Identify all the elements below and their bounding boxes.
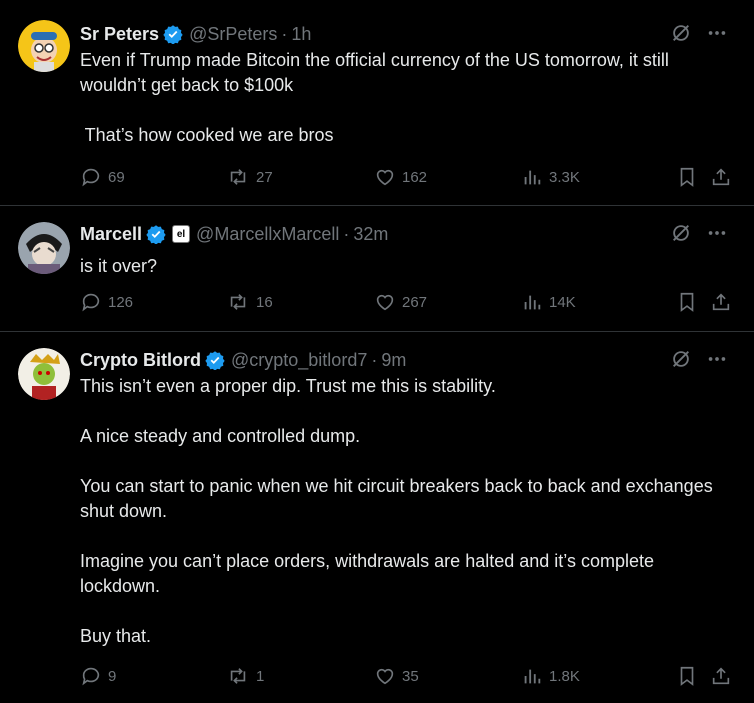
display-name[interactable]: Sr Peters (80, 24, 159, 45)
affiliate-badge[interactable]: el (172, 225, 191, 243)
like-button[interactable]: 267 (374, 291, 427, 313)
repost-count: 1 (256, 667, 265, 685)
separator-dot: · (343, 223, 350, 244)
user-handle[interactable]: @MarcellxMarcell (196, 224, 339, 245)
tweet-text: Even if Trump made Bitcoin the official … (80, 48, 730, 148)
bookmark-icon[interactable] (676, 665, 698, 687)
tweet-marcell[interactable]: Marcell el @MarcellxMarcell · 32m is it … (0, 206, 754, 332)
reply-button[interactable]: 69 (80, 166, 125, 188)
timeline: Sr Peters @SrPeters · 1h Even if Trump m… (0, 0, 754, 703)
avatar[interactable] (18, 20, 70, 72)
reply-count: 69 (108, 168, 125, 186)
repost-button[interactable]: 1 (226, 665, 264, 687)
tweet-paragraph: A nice steady and controlled dump. (80, 426, 361, 446)
display-name[interactable]: Crypto Bitlord (80, 350, 201, 371)
more-icon[interactable] (706, 22, 728, 44)
views-count: 3.3K (549, 168, 580, 186)
tweet-actions: 9 1 35 1.8K (80, 665, 732, 689)
like-count: 267 (402, 293, 428, 311)
tweet-header: Crypto Bitlord @crypto_bitlord7 · 9m (80, 348, 406, 372)
reply-count: 126 (108, 293, 134, 311)
tweet-header: Sr Peters @SrPeters · 1h (80, 22, 311, 46)
grok-icon[interactable] (670, 22, 692, 44)
repost-icon (230, 294, 246, 310)
repost-count: 27 (256, 168, 273, 186)
tweet-paragraph: That’s how cooked we are bros (80, 125, 334, 145)
tweet-top-actions (670, 222, 728, 244)
more-icon[interactable] (706, 222, 728, 244)
tweet-actions: 69 27 162 3.3K (80, 166, 732, 190)
avatar[interactable] (18, 222, 70, 274)
views-button[interactable]: 3.3K (521, 166, 580, 188)
like-count: 35 (402, 667, 419, 685)
user-handle[interactable]: @SrPeters (189, 24, 277, 45)
share-icon[interactable] (710, 291, 732, 313)
grok-icon[interactable] (670, 348, 692, 370)
bookmark-icon[interactable] (676, 166, 698, 188)
display-name[interactable]: Marcell (80, 224, 142, 245)
repost-count: 16 (256, 293, 273, 311)
tweet-paragraph: is it over? (80, 256, 158, 276)
reply-count: 9 (108, 667, 117, 685)
reply-icon (82, 168, 100, 187)
tweet-paragraph: This isn’t even a proper dip. Trust me t… (80, 376, 496, 396)
more-icon[interactable] (706, 348, 728, 370)
separator-dot: · (281, 23, 288, 44)
like-button[interactable]: 162 (374, 166, 427, 188)
repost-button[interactable]: 16 (226, 291, 273, 313)
tweet-paragraph: Even if Trump made Bitcoin the official … (80, 50, 669, 95)
views-button[interactable]: 1.8K (521, 665, 580, 687)
repost-icon (230, 169, 246, 185)
tweet-paragraph: Imagine you can’t place orders, withdraw… (80, 551, 654, 596)
like-icon (376, 294, 394, 311)
tweet-paragraph: Buy that. (80, 626, 152, 646)
views-count: 1.8K (549, 667, 580, 685)
tweet-crypto-bitlord[interactable]: Crypto Bitlord @crypto_bitlord7 · 9m Thi… (0, 332, 754, 703)
repost-icon (230, 668, 246, 684)
tweet-srpeters[interactable]: Sr Peters @SrPeters · 1h Even if Trump m… (0, 0, 754, 206)
views-button[interactable]: 14K (521, 291, 576, 313)
bookmark-icon[interactable] (676, 291, 698, 313)
like-icon (376, 169, 394, 186)
verified-badge-icon (163, 25, 183, 44)
timestamp[interactable]: 1h (291, 24, 311, 45)
share-icon[interactable] (710, 166, 732, 188)
timestamp[interactable]: 32m (353, 224, 388, 245)
views-icon (524, 669, 541, 684)
views-count: 14K (549, 293, 576, 311)
tweet-top-actions (670, 22, 728, 44)
views-icon (524, 295, 541, 310)
repost-button[interactable]: 27 (226, 166, 273, 188)
tweet-top-actions (670, 348, 728, 370)
avatar[interactable] (18, 348, 70, 400)
timestamp[interactable]: 9m (381, 350, 406, 371)
like-icon (376, 668, 394, 685)
verified-badge-icon (146, 225, 166, 244)
tweet-header: Marcell el @MarcellxMarcell · 32m (80, 222, 388, 246)
reply-icon (82, 667, 100, 686)
views-icon (524, 170, 541, 185)
tweet-text: This isn’t even a proper dip. Trust me t… (80, 374, 730, 649)
tweet-actions: 126 16 267 14K (80, 291, 732, 315)
tweet-text: is it over? (80, 254, 730, 279)
like-count: 162 (402, 168, 428, 186)
reply-button[interactable]: 126 (80, 291, 133, 313)
user-handle[interactable]: @crypto_bitlord7 (231, 350, 367, 371)
separator-dot: · (371, 349, 378, 370)
tweet-paragraph: You can start to panic when we hit circu… (80, 476, 713, 521)
verified-badge-icon (205, 351, 225, 370)
grok-icon[interactable] (670, 222, 692, 244)
reply-icon (82, 293, 100, 312)
reply-button[interactable]: 9 (80, 665, 116, 687)
share-icon[interactable] (710, 665, 732, 687)
like-button[interactable]: 35 (374, 665, 419, 687)
